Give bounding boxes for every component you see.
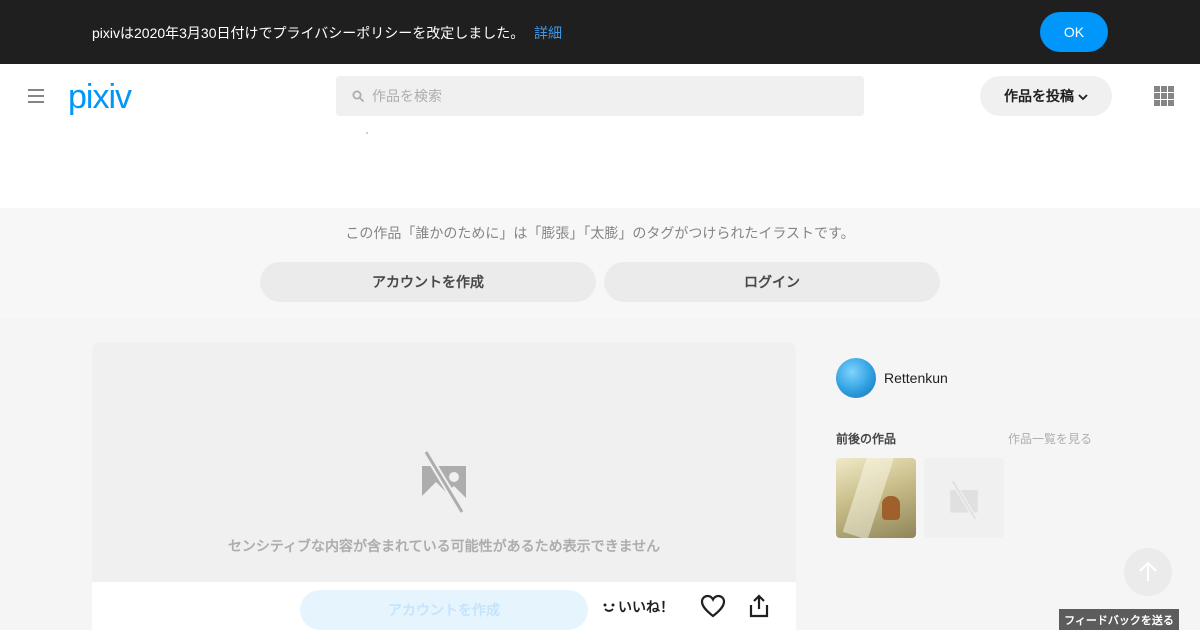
smile-icon (603, 603, 615, 613)
privacy-banner: pixivは2020年3月30日付けでプライバシーポリシーを改定しました。 詳細… (0, 0, 1200, 64)
next-artwork-thumbnail[interactable] (924, 458, 1004, 538)
menu-icon[interactable] (28, 89, 44, 103)
post-artwork-label: 作品を投稿 (1004, 88, 1074, 104)
tag-description-text: この作品「誰かのために」は「膨張」「太膨」のタグがつけられたイラストです。 (345, 225, 855, 241)
create-account-button[interactable]: アカウントを作成 (260, 262, 596, 302)
feedback-button[interactable]: フィードバックを送る (1059, 609, 1179, 630)
main-content: センシティブな内容が含まれている可能性があるため表示できません アカウントを作成… (0, 318, 1200, 630)
chevron-down-icon (1078, 94, 1088, 101)
search-input[interactable] (372, 76, 852, 116)
site-header: pixiv 作品を投稿 (0, 64, 1200, 208)
privacy-ok-button[interactable]: OK (1040, 12, 1108, 52)
heart-icon[interactable] (700, 594, 726, 618)
share-icon[interactable] (748, 594, 770, 618)
artwork-placeholder: センシティブな内容が含まれている可能性があるため表示できません (92, 342, 796, 582)
artwork-action-bar: アカウントを作成 いいね！ (92, 582, 796, 630)
tag-description-band: この作品「誰かのために」は「膨張」「太膨」のタグがつけられたイラストです。 アカ… (0, 208, 1200, 318)
create-account-button-secondary[interactable]: アカウントを作成 (300, 590, 588, 630)
scroll-to-top-button[interactable] (1124, 548, 1172, 596)
sensitive-content-message: センシティブな内容が含まれている可能性があるため表示できません (227, 538, 661, 554)
prev-next-title: 前後の作品 (836, 432, 897, 446)
author-name[interactable]: Rettenkun (884, 370, 948, 386)
like-label: いいね！ (618, 599, 674, 615)
prev-artwork-thumbnail[interactable] (836, 458, 916, 538)
hidden-image-icon (950, 480, 978, 520)
see-all-works-link[interactable]: 作品一覧を見る (1008, 430, 1092, 447)
post-artwork-button[interactable]: 作品を投稿 (980, 76, 1112, 116)
hidden-image-icon (422, 450, 466, 514)
login-button[interactable]: ログイン (604, 262, 940, 302)
privacy-details-link[interactable]: 詳細 (534, 23, 562, 43)
pixiv-logo[interactable]: pixiv (68, 78, 132, 117)
like-button[interactable]: いいね！ (602, 597, 674, 617)
arrow-up-icon (1139, 561, 1157, 581)
search-icon (352, 90, 364, 102)
search-box[interactable] (336, 76, 864, 116)
author-avatar[interactable] (836, 358, 876, 398)
apps-grid-icon[interactable] (1154, 86, 1174, 106)
divider-dot (366, 132, 368, 134)
privacy-banner-text: pixivは2020年3月30日付けでプライバシーポリシーを改定しました。 (92, 25, 525, 41)
